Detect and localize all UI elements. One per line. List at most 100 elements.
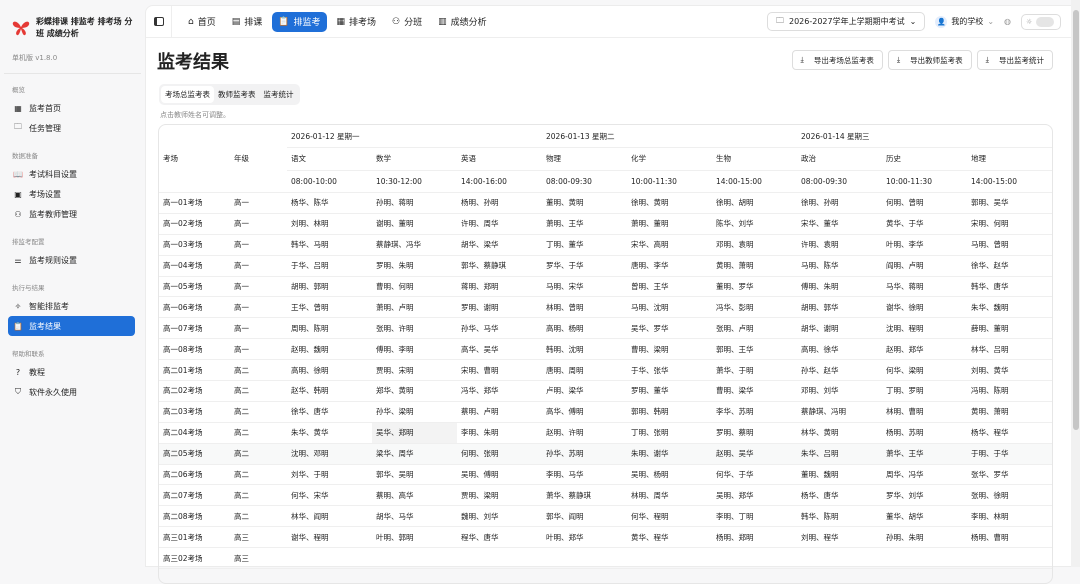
invigilator-cell[interactable]: 徐华、唐华: [287, 401, 372, 423]
invigilator-cell[interactable]: 郑华、黄明: [372, 380, 457, 402]
invigilator-cell[interactable]: 胡明、郭明: [287, 276, 372, 298]
invigilator-cell[interactable]: 李华、苏明: [712, 401, 798, 423]
invigilator-cell[interactable]: [712, 547, 798, 570]
export-button[interactable]: ⤓ 导出考场总监考表: [791, 50, 883, 70]
invigilator-cell[interactable]: 孙华、马华: [457, 317, 543, 340]
top-tab[interactable]: ⚇ 分班: [386, 12, 428, 32]
invigilator-cell[interactable]: 王华、曾明: [287, 296, 372, 319]
invigilator-cell[interactable]: 朱明、谢华: [627, 443, 713, 465]
invigilator-cell[interactable]: 徐华、赵华: [967, 255, 1052, 277]
invigilator-cell[interactable]: 曹明、梁华: [712, 380, 798, 402]
invigilator-cell[interactable]: 杨华、程华: [967, 422, 1052, 444]
invigilator-cell[interactable]: 唐明、周明: [542, 359, 628, 382]
invigilator-cell[interactable]: 魏明、刘华: [457, 505, 543, 528]
invigilator-cell[interactable]: 吴明、郑华: [712, 484, 798, 507]
invigilator-cell[interactable]: 罗明、董华: [627, 380, 713, 402]
invigilator-cell[interactable]: 罗明、谢明: [457, 296, 543, 319]
invigilator-cell[interactable]: 胡华、马华: [372, 505, 457, 528]
sidebar-item[interactable]: ▦ 监考首页: [8, 98, 135, 118]
invigilator-cell[interactable]: 胡华、梁华: [457, 234, 543, 256]
invigilator-cell[interactable]: 丁明、董华: [542, 234, 628, 256]
invigilator-cell[interactable]: 蔡静琪、冯明: [797, 401, 883, 423]
invigilator-cell[interactable]: 孙华、赵华: [797, 359, 883, 382]
invigilator-cell[interactable]: 林华、阎明: [287, 505, 372, 528]
export-button[interactable]: ⤓ 导出教师监考表: [887, 50, 972, 70]
invigilator-cell[interactable]: 谢华、程明: [287, 526, 372, 549]
invigilator-cell[interactable]: 贾明、梁明: [457, 484, 543, 507]
invigilator-cell[interactable]: 傅明、朱明: [797, 276, 883, 298]
invigilator-cell[interactable]: 杨华、陈华: [287, 192, 372, 214]
invigilator-cell[interactable]: 杨明、曹明: [967, 526, 1052, 549]
invigilator-cell[interactable]: 卢明、梁华: [542, 380, 628, 402]
palette-icon[interactable]: ◍: [1004, 17, 1011, 26]
invigilator-cell[interactable]: 黄明、萧明: [967, 401, 1052, 423]
school-menu[interactable]: 👤 我的学校 ⌄: [935, 15, 994, 28]
invigilator-cell[interactable]: 赵明、许明: [542, 422, 628, 444]
invigilator-cell[interactable]: 傅明、李明: [372, 338, 457, 361]
invigilator-cell[interactable]: 宋华、董华: [797, 213, 883, 235]
invigilator-cell[interactable]: 林明、曾明: [542, 296, 628, 319]
invigilator-cell[interactable]: 杨明、苏明: [882, 422, 968, 444]
invigilator-cell[interactable]: 曹明、梁明: [627, 338, 713, 361]
top-tab[interactable]: ▤ 排课: [226, 12, 269, 32]
invigilator-cell[interactable]: 赵华、韩明: [287, 380, 372, 402]
invigilator-cell[interactable]: 胡明、郭华: [797, 296, 883, 319]
invigilator-cell[interactable]: 吴华、郑明: [372, 422, 457, 444]
invigilator-cell[interactable]: 罗华、于华: [542, 255, 628, 277]
invigilator-cell[interactable]: 刘明、林明: [287, 213, 372, 235]
invigilator-cell[interactable]: 徐明、孙明: [797, 192, 883, 214]
invigilator-cell[interactable]: 韩华、马明: [287, 234, 372, 256]
sidebar-item[interactable]: 📖 考试科目设置: [8, 164, 135, 184]
invigilator-cell[interactable]: 谢华、徐明: [882, 296, 968, 319]
invigilator-cell[interactable]: [967, 547, 1052, 570]
theme-toggle[interactable]: ☼: [1021, 13, 1061, 30]
invigilator-cell[interactable]: 许明、袁明: [797, 234, 883, 256]
invigilator-cell[interactable]: 于明、于华: [967, 443, 1052, 465]
invigilator-cell[interactable]: 阎明、卢明: [882, 255, 968, 277]
invigilator-cell[interactable]: 杨华、唐华: [797, 484, 883, 507]
invigilator-cell[interactable]: 于华、张华: [627, 359, 713, 382]
invigilator-cell[interactable]: 朱华、魏明: [967, 296, 1052, 319]
invigilator-cell[interactable]: 蔡明、卢明: [457, 401, 543, 423]
sidebar-item[interactable]: ⚌ 监考规则设置: [8, 250, 135, 270]
invigilator-cell[interactable]: 赵明、郑华: [882, 338, 968, 361]
invigilator-cell[interactable]: [627, 547, 713, 570]
sidebar-toggle-button[interactable]: [146, 5, 172, 38]
invigilator-cell[interactable]: 曾明、王华: [627, 276, 713, 298]
invigilator-cell[interactable]: 李明、林明: [967, 505, 1052, 528]
exam-selector[interactable]: 🗀 2026-2027学年上学期期中考试 ⌄: [767, 12, 926, 31]
sidebar-item[interactable]: ⚇ 监考教师管理: [8, 204, 135, 224]
invigilator-cell[interactable]: 黄华、程华: [627, 526, 713, 549]
invigilator-cell[interactable]: 林明、周华: [627, 484, 713, 507]
page-scrollbar[interactable]: [1071, 0, 1080, 567]
invigilator-cell[interactable]: 黄华、于华: [882, 213, 968, 235]
invigilator-cell[interactable]: 董明、黄明: [542, 192, 628, 214]
invigilator-cell[interactable]: 何华、程明: [627, 505, 713, 528]
invigilator-cell[interactable]: 高明、徐明: [287, 359, 372, 382]
invigilator-cell[interactable]: 高明、徐华: [797, 338, 883, 361]
invigilator-cell[interactable]: [287, 547, 372, 570]
invigilator-cell[interactable]: 李明、朱明: [457, 422, 543, 444]
invigilator-cell[interactable]: 孙华、苏明: [542, 443, 628, 465]
invigilator-cell[interactable]: 张明、卢明: [712, 317, 798, 340]
invigilator-cell[interactable]: 胡华、谢明: [797, 317, 883, 340]
invigilator-cell[interactable]: 张明、许明: [372, 317, 457, 340]
invigilator-cell[interactable]: 黄明、萧明: [712, 255, 798, 277]
sidebar-item[interactable]: ⛉ 软件永久使用: [8, 382, 135, 402]
invigilator-cell[interactable]: 马明、沈明: [627, 296, 713, 319]
top-tab[interactable]: ⌂ 首页: [182, 12, 222, 32]
invigilator-cell[interactable]: [372, 547, 457, 570]
invigilator-cell[interactable]: 于华、吕明: [287, 255, 372, 277]
invigilator-cell[interactable]: 董明、罗华: [712, 276, 798, 298]
invigilator-cell[interactable]: 丁明、罗明: [882, 380, 968, 402]
invigilator-cell[interactable]: 程华、唐华: [457, 526, 543, 549]
invigilator-cell[interactable]: 邓明、刘华: [797, 380, 883, 402]
invigilator-cell[interactable]: [457, 547, 543, 570]
invigilator-cell[interactable]: 刘明、黄华: [967, 359, 1052, 382]
invigilator-cell[interactable]: 李明、丁明: [712, 505, 798, 528]
invigilator-cell[interactable]: 林华、吕明: [967, 338, 1052, 361]
invigilator-cell[interactable]: 宋明、曹明: [457, 359, 543, 382]
invigilator-cell[interactable]: 蒋明、郑明: [457, 276, 543, 298]
invigilator-cell[interactable]: 郭华、蔡静琪: [457, 255, 543, 277]
invigilator-cell[interactable]: 马明、曾明: [967, 234, 1052, 256]
